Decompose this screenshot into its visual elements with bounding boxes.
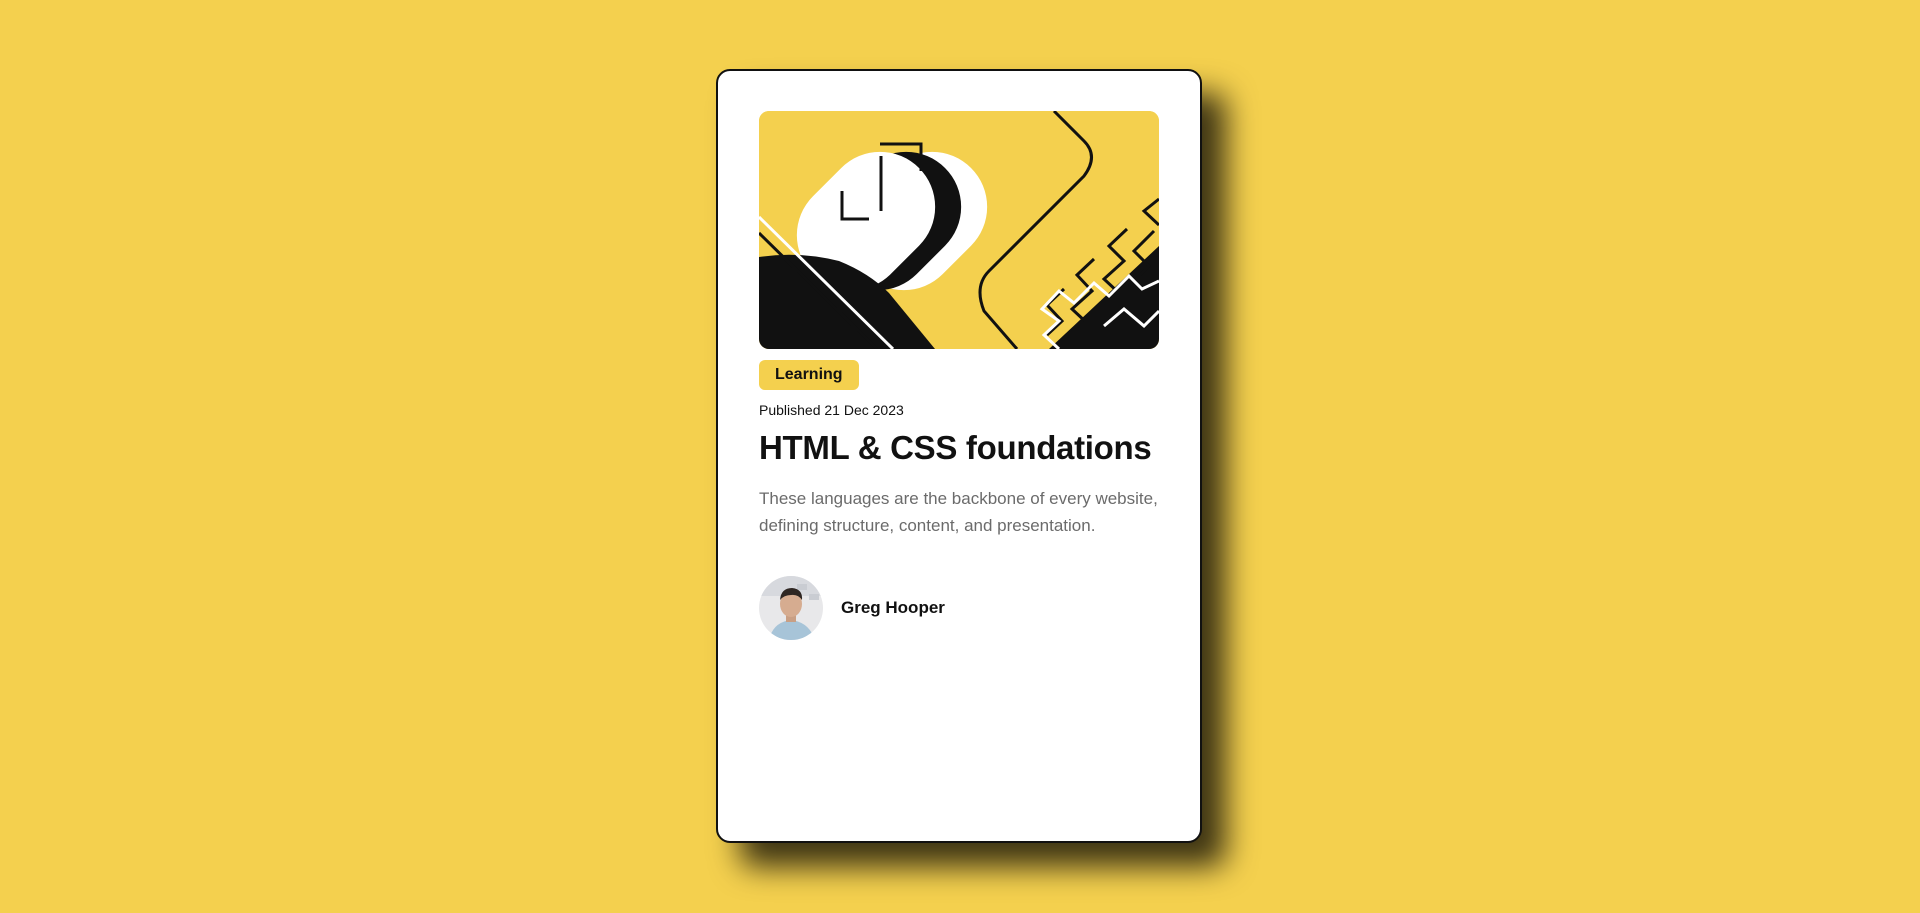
page: Learning Published 21 Dec 2023 HTML & CS… <box>0 0 1920 913</box>
author-block: Greg Hooper <box>759 576 945 640</box>
author-name[interactable]: Greg Hooper <box>841 598 945 618</box>
category-tag[interactable]: Learning <box>759 360 859 390</box>
publish-date: Published 21 Dec 2023 <box>759 402 904 418</box>
blog-preview-card[interactable]: Learning Published 21 Dec 2023 HTML & CS… <box>716 69 1202 843</box>
card-title[interactable]: HTML & CSS foundations <box>759 429 1152 467</box>
card-description: These languages are the backbone of ever… <box>759 489 1158 535</box>
author-avatar <box>759 576 823 640</box>
hero-illustration <box>759 111 1159 349</box>
